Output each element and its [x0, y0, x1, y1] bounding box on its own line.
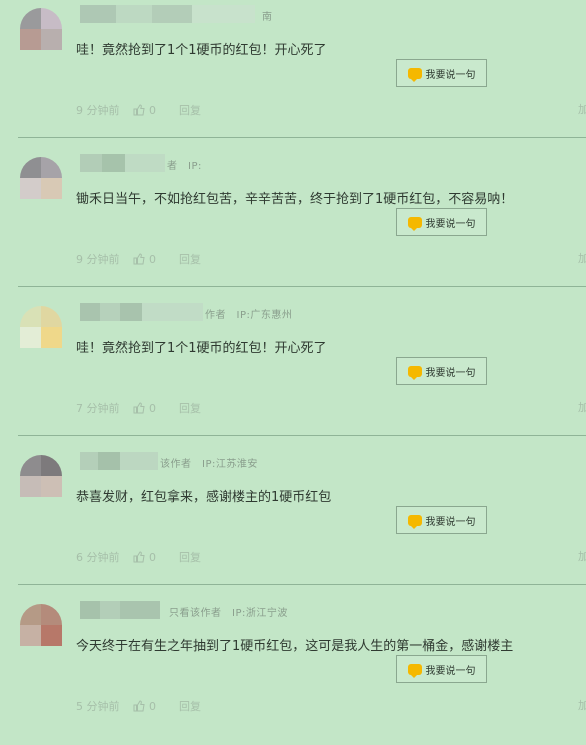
- thumbs-up-icon[interactable]: [133, 402, 145, 414]
- comment-meta: 只看该作者 IP:浙江宁波: [169, 608, 288, 619]
- username-blurred[interactable]: [80, 601, 160, 619]
- say-something-button[interactable]: 我要说一句: [396, 357, 487, 385]
- speech-bubble-icon: [407, 514, 422, 529]
- say-something-label: 我要说一句: [425, 218, 476, 230]
- say-something-button[interactable]: 我要说一句: [396, 59, 487, 87]
- thumbs-up-icon[interactable]: [133, 700, 145, 712]
- like-count: 0: [149, 699, 156, 713]
- edge-label: 加: [578, 252, 586, 265]
- speech-bubble-icon: [407, 663, 422, 678]
- thumbs-up-icon[interactable]: [133, 104, 145, 116]
- username-blurred[interactable]: [80, 5, 255, 23]
- comment-text: 今天终于在有生之年抽到了1硬币红包，这可是我人生的第一桶金，感谢楼主: [76, 639, 514, 654]
- comment-time: 9 分钟前: [76, 253, 120, 266]
- speech-bubble-icon: [407, 365, 422, 380]
- comment-footer: 7 分钟前 0 回复: [76, 400, 201, 416]
- comment-text: 恭喜发财，红包拿来，感谢楼主的1硬币红包: [76, 490, 332, 505]
- reply-link[interactable]: 回复: [179, 549, 201, 565]
- say-something-label: 我要说一句: [425, 367, 476, 379]
- comment-time: 9 分钟前: [76, 104, 120, 117]
- speech-bubble-icon: [407, 216, 422, 231]
- comment-item: 该作者 IP:江苏淮安 恭喜发财，红包拿来，感谢楼主的1硬币红包 我要说一句 6…: [0, 447, 586, 596]
- comment-time: 6 分钟前: [76, 551, 120, 564]
- avatar[interactable]: [20, 306, 62, 348]
- comment-item: 只看该作者 IP:浙江宁波 今天终于在有生之年抽到了1硬币红包，这可是我人生的第…: [0, 596, 586, 745]
- edge-label: 加: [578, 699, 586, 712]
- divider: [18, 584, 586, 585]
- comment-footer: 9 分钟前 0 回复: [76, 102, 201, 118]
- like-count: 0: [149, 252, 156, 266]
- say-something-label: 我要说一句: [425, 69, 476, 81]
- comment-time: 7 分钟前: [76, 402, 120, 415]
- like-count: 0: [149, 401, 156, 415]
- username-blurred[interactable]: [80, 452, 158, 470]
- comment-meta: 南: [262, 12, 273, 23]
- speech-bubble-icon: [407, 67, 422, 82]
- avatar[interactable]: [20, 157, 62, 199]
- divider: [18, 435, 586, 436]
- like-count: 0: [149, 103, 156, 117]
- reply-link[interactable]: 回复: [179, 400, 201, 416]
- divider: [18, 286, 586, 287]
- comment-meta: 作者 IP:广东惠州: [205, 310, 293, 321]
- say-something-label: 我要说一句: [425, 516, 476, 528]
- comment-item: 作者 IP:广东惠州 哇！竟然抢到了1个1硬币的红包！开心死了 我要说一句 7 …: [0, 298, 586, 447]
- edge-label: 加: [578, 550, 586, 563]
- comment-footer: 9 分钟前 0 回复: [76, 251, 201, 267]
- say-something-button[interactable]: 我要说一句: [396, 655, 487, 683]
- comment-time: 5 分钟前: [76, 700, 120, 713]
- username-blurred[interactable]: [80, 154, 165, 172]
- comment-meta: 该作者 IP:江苏淮安: [160, 459, 258, 470]
- say-something-button[interactable]: 我要说一句: [396, 208, 487, 236]
- avatar[interactable]: [20, 8, 62, 50]
- edge-label: 加: [578, 401, 586, 414]
- say-something-label: 我要说一句: [425, 665, 476, 677]
- avatar[interactable]: [20, 455, 62, 497]
- comment-meta: 者 IP:: [167, 161, 202, 172]
- comment-item: 南 哇！竟然抢到了1个1硬币的红包！开心死了 我要说一句 9 分钟前 0 回复 …: [0, 0, 586, 149]
- reply-link[interactable]: 回复: [179, 102, 201, 118]
- comment-footer: 5 分钟前 0 回复: [76, 698, 201, 714]
- divider: [18, 137, 586, 138]
- username-blurred[interactable]: [80, 303, 203, 321]
- comment-text: 锄禾日当午，不如抢红包苦，辛辛苦苦，终于抢到了1硬币红包，不容易呐！: [76, 192, 514, 207]
- edge-label: 加: [578, 103, 586, 116]
- reply-link[interactable]: 回复: [179, 698, 201, 714]
- comment-item: 者 IP: 锄禾日当午，不如抢红包苦，辛辛苦苦，终于抢到了1硬币红包，不容易呐！…: [0, 149, 586, 298]
- comment-footer: 6 分钟前 0 回复: [76, 549, 201, 565]
- reply-link[interactable]: 回复: [179, 251, 201, 267]
- comment-text: 哇！竟然抢到了1个1硬币的红包！开心死了: [76, 43, 327, 58]
- like-count: 0: [149, 550, 156, 564]
- thumbs-up-icon[interactable]: [133, 551, 145, 563]
- say-something-button[interactable]: 我要说一句: [396, 506, 487, 534]
- avatar[interactable]: [20, 604, 62, 646]
- comment-text: 哇！竟然抢到了1个1硬币的红包！开心死了: [76, 341, 327, 356]
- thumbs-up-icon[interactable]: [133, 253, 145, 265]
